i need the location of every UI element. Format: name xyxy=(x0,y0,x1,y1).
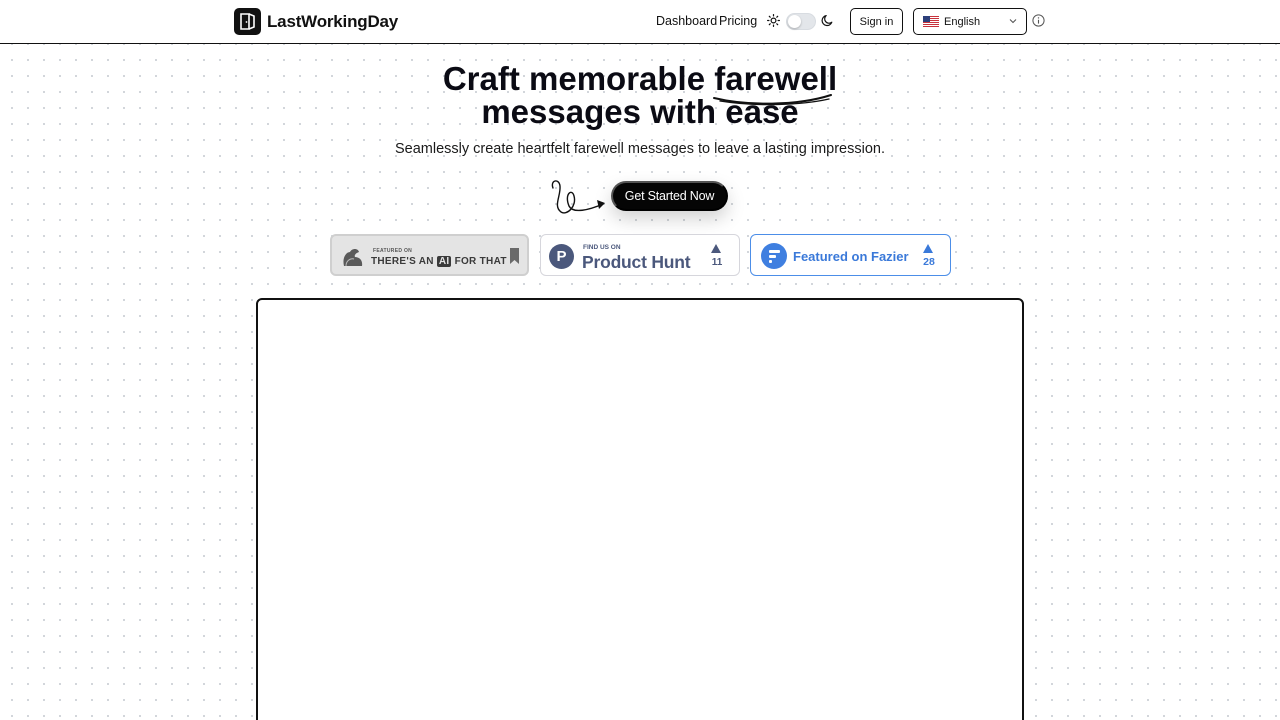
aift-title-ai: AI xyxy=(436,256,452,267)
hand-drawn-underline-icon xyxy=(713,94,833,106)
fazier-logo-icon xyxy=(761,243,787,269)
moon-icon xyxy=(821,15,833,27)
nav-dashboard[interactable]: Dashboard xyxy=(656,14,717,28)
language-label: English xyxy=(944,15,981,28)
sign-in-button[interactable]: Sign in xyxy=(850,8,903,35)
preview-frame xyxy=(256,298,1024,720)
brand-name: LastWorkingDay xyxy=(267,11,399,31)
ph-upvote-count: 11 xyxy=(711,257,723,268)
hero-subtitle: Seamlessly create heartfelt farewell mes… xyxy=(394,141,885,157)
nav-pricing[interactable]: Pricing xyxy=(719,14,757,28)
ph-name: Product Hunt xyxy=(582,252,691,272)
hero-title-start: Craft memorable xyxy=(442,60,715,97)
get-started-button[interactable]: Get Started Now xyxy=(611,181,728,211)
squiggle-arrow-icon xyxy=(551,180,605,214)
brand-logo[interactable]: LastWorkingDay xyxy=(234,8,398,35)
info-icon[interactable] xyxy=(1032,14,1045,27)
upvote-triangle-icon xyxy=(711,244,721,253)
aift-title-post: FOR THAT xyxy=(451,256,507,267)
ph-find-us-label: FIND US ON xyxy=(583,244,621,251)
aift-featured-label: FEATURED ON xyxy=(373,248,413,254)
hero-title: Craft memorable farewell messages with e… xyxy=(0,62,1280,128)
fazier-badge[interactable]: Featured on Fazier 28 xyxy=(750,234,951,276)
theres-an-ai-for-that-badge[interactable]: FEATURED ON THERE'S AN AI FOR THAT xyxy=(330,234,529,276)
theme-toggle-switch[interactable] xyxy=(786,13,816,30)
language-select[interactable]: English xyxy=(913,8,1027,35)
sun-icon xyxy=(767,14,780,27)
hero-title-highlight: farewell xyxy=(713,62,837,106)
muscle-arm-icon xyxy=(343,249,363,267)
upvote-triangle-icon xyxy=(923,244,933,253)
bookmark-icon xyxy=(510,248,519,264)
product-hunt-logo-icon: P xyxy=(549,244,574,269)
hero-title-line2: messages with ease xyxy=(481,93,799,130)
top-nav-bar: LastWorkingDay Dashboard Pricing Sign in… xyxy=(0,0,1280,44)
toggle-knob xyxy=(788,15,801,28)
aift-title-pre: THERE'S AN xyxy=(371,256,437,267)
door-logo-icon xyxy=(234,8,261,35)
product-hunt-badge[interactable]: P FIND US ON Product Hunt 11 xyxy=(540,234,740,276)
fazier-label: Featured on Fazier xyxy=(793,249,909,264)
fazier-upvote-count: 28 xyxy=(923,256,935,268)
us-flag-icon xyxy=(923,16,939,27)
chevron-down-icon xyxy=(1009,19,1017,24)
aift-title: THERE'S AN AI FOR THAT xyxy=(371,256,507,267)
